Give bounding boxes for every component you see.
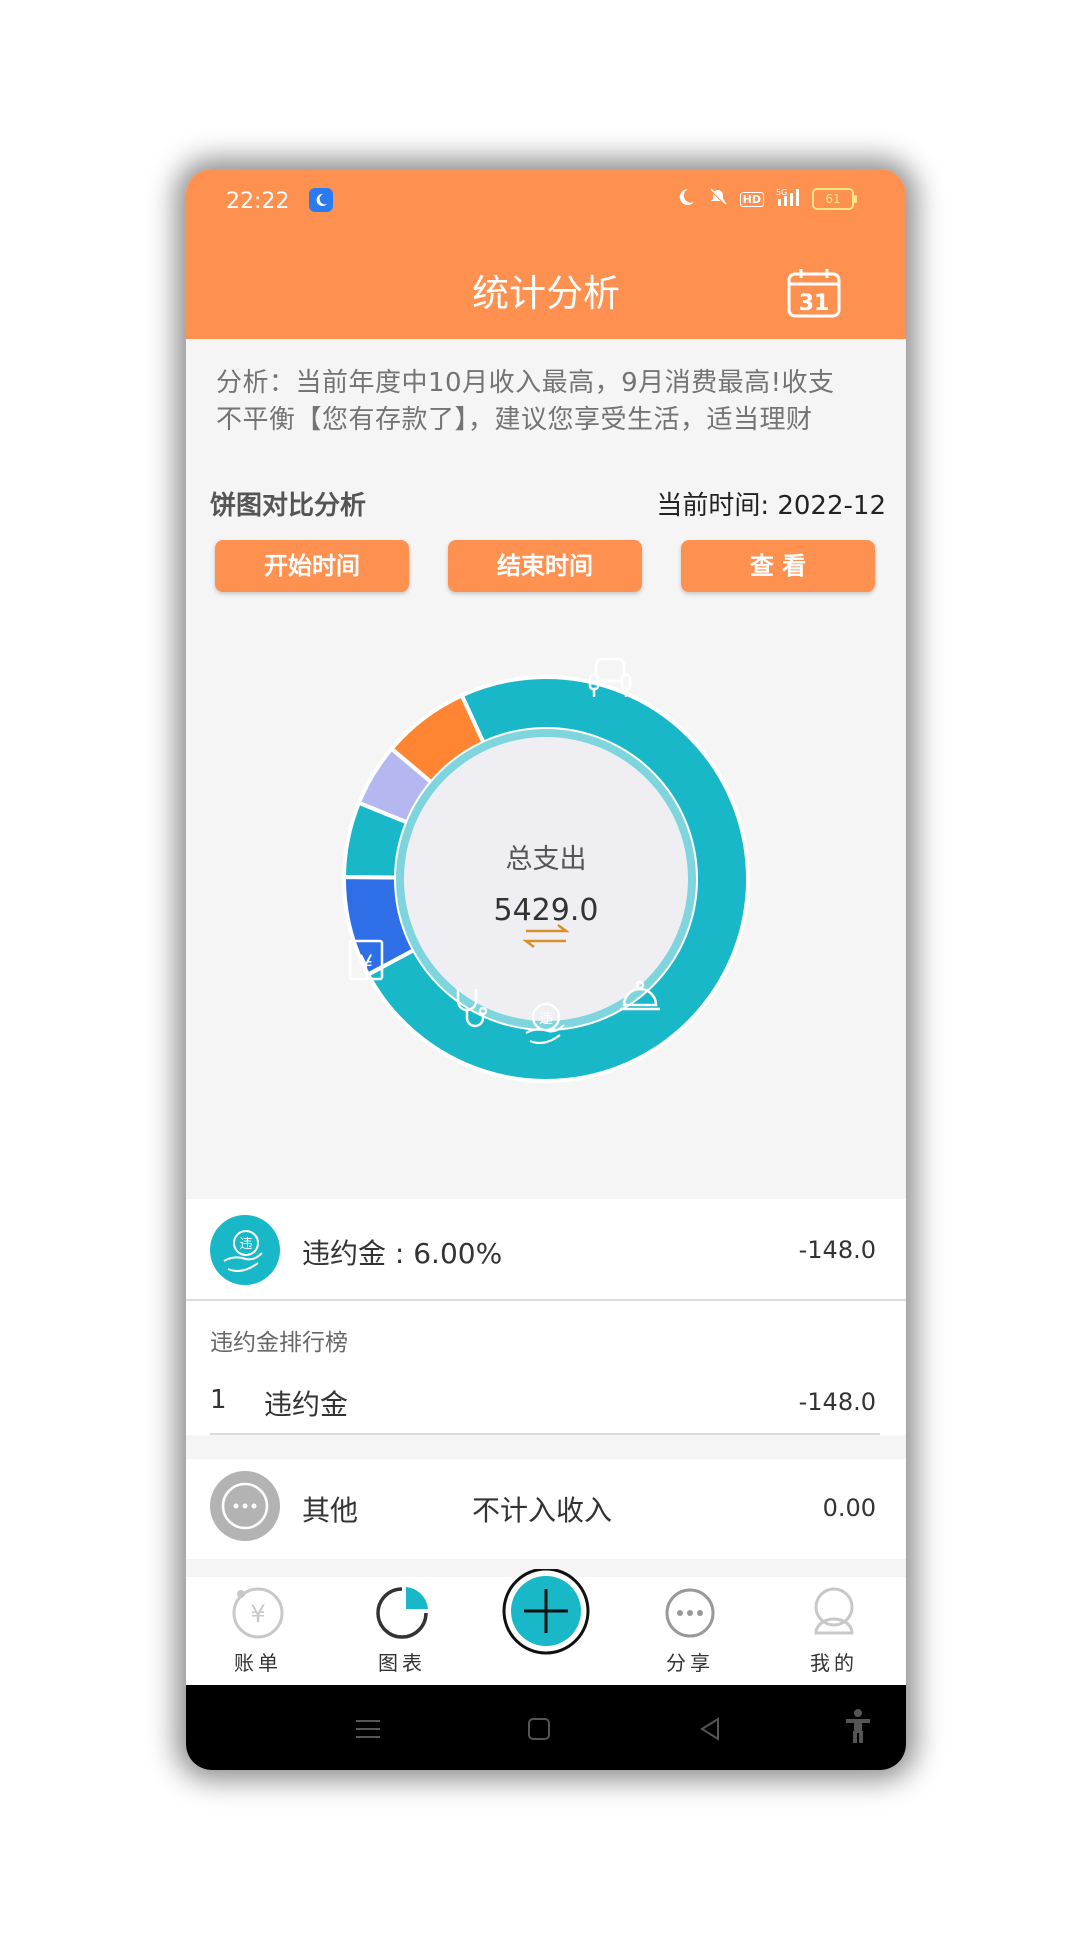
other-row[interactable]: 其他 不计入收入 0.00 [186,1459,906,1559]
pie-section-title: 饼图对比分析 [210,491,367,521]
other-note: 不计入收入 [472,1494,613,1527]
nav-chart-label: 图表 [378,1651,426,1675]
other-amount: 0.00 [822,1494,876,1522]
bills-icon: ¥ [232,1587,284,1639]
end-time-button[interactable]: 结束时间 [448,540,642,592]
system-nav-bar [186,1685,906,1770]
bottom-nav: ¥ 账单 图表 分享 我的 [186,1567,906,1689]
nav-chart[interactable]: 图表 [352,1577,452,1675]
moon-icon [676,187,696,211]
app-bar: 统计分析 31 [186,231,906,339]
signal-icon: 5G [776,187,800,211]
nav-bills[interactable]: ¥ 账单 [208,1577,308,1675]
donut-center-label: 总支出 [505,844,587,875]
status-time: 22:22 [226,189,290,214]
donut-total-value: 5429.0 [493,893,599,928]
current-time: 当前时间: 2022-12 [656,491,886,521]
ranking-rank: 1 [210,1385,227,1415]
ranking-title: 违约金排行榜 [210,1330,348,1356]
share-icon [665,1588,715,1638]
other-category-icon [210,1471,280,1541]
accessibility-icon[interactable] [846,1709,870,1743]
svg-text:5G: 5G [776,188,787,197]
svg-text:违: 违 [539,1011,553,1027]
bell-muted-icon [708,187,728,211]
penalty-category-icon: 违 [210,1215,280,1285]
battery-icon: 61 [812,188,857,210]
profile-icon [814,1587,854,1635]
selected-category-label: 违约金 : 6.00% [302,1237,503,1270]
nav-mine[interactable]: 我的 [784,1577,884,1675]
status-bar: 22:22 HD 5G 61 [186,169,906,231]
nav-share-label: 分享 [666,1651,714,1675]
donut-center [404,737,688,1021]
add-icon [502,1567,590,1655]
nav-mine-label: 我的 [810,1651,858,1675]
status-icons: HD 5G 61 [676,187,857,211]
start-time-button[interactable]: 开始时间 [215,540,409,592]
svg-text:¥: ¥ [250,1600,265,1628]
menu-icon[interactable] [356,1720,380,1738]
svg-text:违: 违 [239,1237,252,1252]
svg-text:¥: ¥ [359,952,373,977]
view-button[interactable]: 查 看 [681,540,875,592]
hd-icon: HD [739,191,764,207]
ranking-amount: -148.0 [798,1388,876,1416]
calendar-button[interactable]: 31 [786,267,842,319]
nav-share[interactable]: 分享 [640,1577,740,1675]
phone-screen: 22:22 HD 5G 61 统计分析 31 分析：当前年度中10月收入最高，9… [186,169,906,1770]
back-icon[interactable] [700,1717,719,1741]
other-label: 其他 [302,1494,359,1527]
do-not-disturb-badge [309,188,333,212]
calendar-icon: 31 [787,269,841,318]
ranking-name: 违约金 [264,1388,349,1421]
divider [210,1433,880,1435]
home-icon[interactable] [528,1718,550,1740]
add-button[interactable] [496,1567,596,1673]
analysis-line-2: 不平衡【您有存款了】，建议您享受生活，适当理财 [216,405,813,435]
analysis-line-1: 分析：当前年度中10月收入最高，9月消费最高!收支 [216,368,835,398]
expense-donut-chart[interactable]: ¥ 违 总支出 5429.0 [186,629,906,1149]
ranking-section: 违约金排行榜 1 违约金 -148.0 [186,1301,906,1435]
selected-category-amount: -148.0 [798,1236,876,1264]
chart-icon [376,1587,428,1639]
selected-category-row[interactable]: 违 违约金 : 6.00% -148.0 [186,1199,906,1301]
nav-bills-label: 账单 [234,1651,282,1675]
svg-text:31: 31 [799,291,830,316]
analysis-summary: 分析：当前年度中10月收入最高，9月消费最高!收支 不平衡【您有存款了】，建议您… [216,365,876,439]
